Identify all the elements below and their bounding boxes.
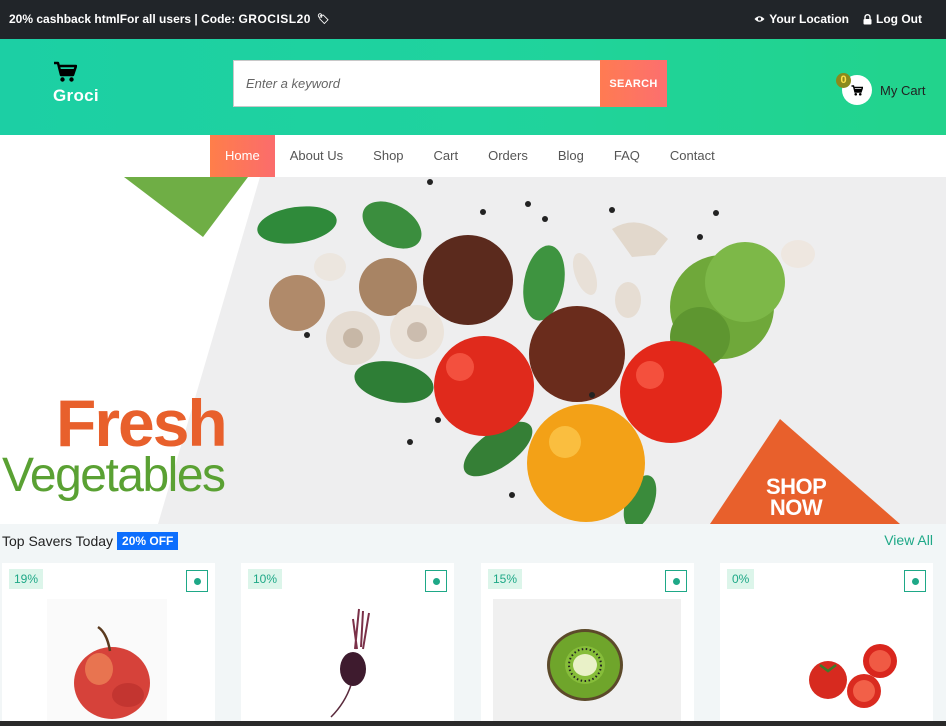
nav-item-shop[interactable]: Shop [358,135,418,177]
product-card[interactable]: 19% [2,563,215,726]
banner-heading-fresh: Fresh [56,386,228,460]
lock-icon [863,13,872,24]
kiwi-icon [493,599,681,726]
veg-indicator-icon [425,570,447,592]
product-card[interactable]: 10% [241,563,454,726]
product-card[interactable]: 0% [720,563,933,726]
beetroot-icon [330,608,370,718]
shop-now-button[interactable]: SHOP NOW [766,474,827,520]
nav-item-cart[interactable]: Cart [419,135,474,177]
your-location-label: Your Location [769,12,850,26]
promo-code: GROCISL20 [238,12,311,26]
logo-text: Groci [53,86,99,105]
nav-item-contact[interactable]: Contact [655,135,730,177]
search-bar: SEARCH [233,60,667,107]
logo[interactable]: Groci [53,61,99,106]
banner-heading-vegetables: Vegetables [2,449,226,502]
eye-icon [754,16,765,22]
view-all-link[interactable]: View All [884,532,933,548]
cart-icon [851,84,863,96]
product-image[interactable] [2,599,215,726]
discount-badge: 19% [9,569,44,589]
apple-icon [47,599,167,726]
log-out-label: Log Out [876,12,922,26]
product-image[interactable] [241,599,454,726]
nav-item-faq[interactable]: FAQ [599,135,655,177]
search-button[interactable]: SEARCH [600,60,667,107]
shop-now-line2: NOW [769,495,823,520]
product-card[interactable]: 15% [481,563,694,726]
discount-badge: 0% [727,569,755,589]
shopping-cart-icon [54,61,77,82]
discount-badge: 15% [488,569,523,589]
search-input[interactable] [233,60,600,107]
top-bar: 20% cashback htmlFor all users | Code: G… [0,0,946,39]
veg-indicator-icon [665,570,687,592]
hero-banner[interactable]: Fresh Vegetables SHOP NOW [0,177,946,524]
main-nav: Home About Us Shop Cart Orders Blog FAQ … [0,135,946,177]
your-location-link[interactable]: Your Location [754,12,849,26]
offer-badge: 20% OFF [117,532,179,550]
nav-item-home[interactable]: Home [210,135,275,177]
cart-button[interactable]: 0 [836,73,872,105]
site-header: Groci SEARCH 0 My Cart [0,39,946,135]
nav-item-about-us[interactable]: About Us [275,135,358,177]
veg-indicator-icon [186,570,208,592]
top-savers-section: Top Savers Today 20% OFF View All 19% 10… [0,524,946,726]
window-bottom-edge [0,721,946,726]
top-savers-title: Top Savers Today [2,533,114,549]
product-image[interactable] [481,599,694,726]
cart-count-badge: 0 [836,73,851,88]
discount-badge: 10% [248,569,283,589]
section-title: Top Savers Today 20% OFF [2,532,179,550]
log-out-link[interactable]: Log Out [863,12,922,26]
product-image[interactable] [720,599,933,726]
promo-text: 20% cashback htmlFor all users | Code: [9,12,239,26]
shop-now-line1: SHOP [766,474,827,499]
promo-banner: 20% cashback htmlFor all users | Code: G… [9,12,330,26]
tag-icon: 🏷 [316,14,330,25]
my-cart[interactable]: 0 My Cart [836,73,926,105]
tomatoes-icon [809,644,897,708]
veg-indicator-icon [904,570,926,592]
nav-item-blog[interactable]: Blog [543,135,599,177]
my-cart-label: My Cart [880,82,926,98]
nav-item-orders[interactable]: Orders [473,135,543,177]
